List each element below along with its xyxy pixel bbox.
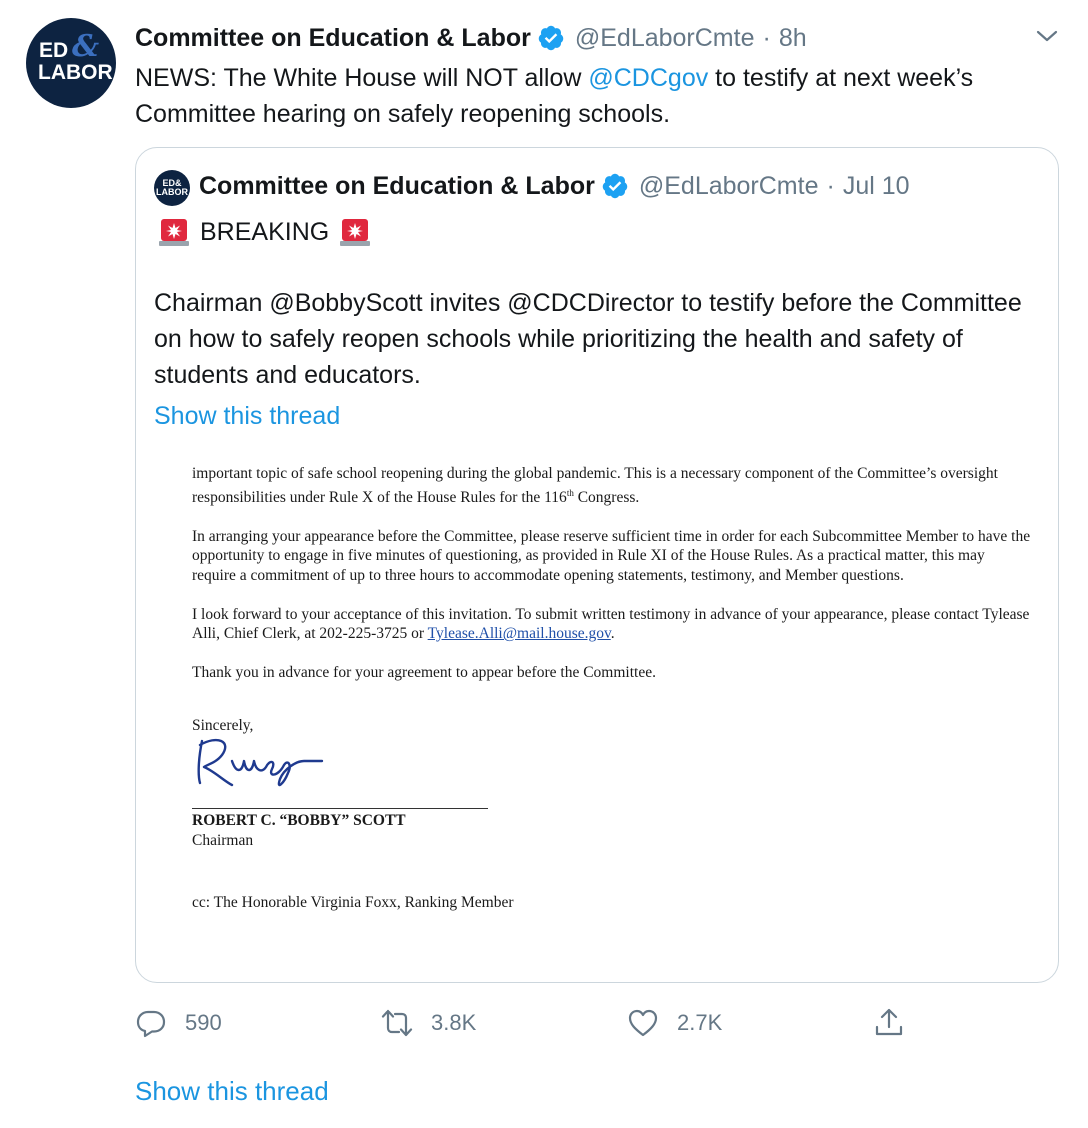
signer-name: ROBERT C. “BOBBY” SCOTT — [192, 812, 406, 829]
quoted-tweet-header: Committee on Education & Labor @EdLaborC… — [199, 170, 910, 202]
avatar-text-ed: ED — [39, 39, 69, 62]
tweet-actions: 590 3.8K 2.7K — [135, 1000, 1035, 1046]
reply-count: 590 — [185, 1010, 222, 1035]
retweet-button[interactable]: 3.8K — [381, 1000, 476, 1046]
author-name[interactable]: Committee on Education & Labor — [135, 24, 531, 53]
share-button[interactable] — [873, 1000, 923, 1046]
avatar-text-labor: LABOR — [38, 61, 113, 84]
quoted-tweet-timestamp: Jul 10 — [842, 171, 910, 200]
letter-p3-end: . — [610, 625, 615, 643]
reply-button[interactable]: 590 — [135, 1000, 222, 1046]
tweet-text-part1: NEWS: The White House will NOT allow — [135, 64, 589, 92]
separator-dot: · — [762, 23, 771, 52]
breaking-text: BREAKING — [200, 218, 330, 246]
letter-cc: cc: The Honorable Virginia Foxx, Ranking… — [192, 894, 514, 911]
quoted-author-handle: @EdLaborCmte — [638, 171, 819, 200]
verified-badge-icon — [602, 173, 628, 199]
letter-image-text: important topic of safe school reopening… — [192, 464, 1032, 702]
tweet: ED & LABOR Committee on Education & Labo… — [0, 0, 1088, 1128]
heart-icon — [628, 1009, 658, 1037]
letter-paragraph-2: In arranging your appearance before the … — [192, 527, 1031, 584]
author-avatar[interactable]: ED & LABOR — [26, 18, 116, 108]
signature-image — [197, 738, 324, 787]
avatar-text-amp: & — [72, 29, 100, 64]
show-thread-link[interactable]: Show this thread — [135, 1076, 329, 1107]
retweet-count: 3.8K — [431, 1010, 477, 1035]
letter-signer: ROBERT C. “BOBBY” SCOTT Chairman — [192, 811, 406, 851]
reply-icon — [136, 1010, 166, 1038]
quoted-tweet-card[interactable]: ED& LABOR Committee on Education & Labor … — [135, 147, 1059, 983]
chevron-down-icon[interactable] — [1034, 26, 1060, 46]
author-handle[interactable]: @EdLaborCmte — [575, 24, 755, 53]
mention-link-cdcgov[interactable]: @CDCgov — [588, 64, 708, 92]
quoted-tweet-body: Chairman @BobbyScott invites @CDCDirecto… — [154, 289, 1022, 389]
tweet-timestamp[interactable]: 8h — [779, 24, 807, 53]
letter-paragraph-1: important topic of safe school reopening… — [192, 464, 1032, 507]
signature-line — [192, 808, 488, 809]
signer-title: Chairman — [192, 832, 254, 849]
quoted-author-name: Committee on Education & Labor — [199, 171, 595, 200]
siren-icon — [340, 219, 371, 246]
letter-email-link: Tylease.Alli@mail.house.gov — [427, 625, 611, 643]
like-count: 2.7K — [677, 1010, 723, 1035]
tweet-text: NEWS: The White House will NOT allow @CD… — [135, 60, 1055, 132]
breaking-line: BREAKING — [154, 214, 375, 250]
siren-icon — [159, 219, 189, 246]
share-icon — [875, 1008, 903, 1036]
quoted-author-avatar: ED& LABOR — [154, 170, 190, 206]
letter-p1-sup: th — [566, 487, 574, 498]
letter-p1-end: Congress. — [573, 488, 640, 506]
letter-paragraph-4: Thank you in advance for your agreement … — [192, 664, 656, 682]
retweet-icon — [381, 1009, 413, 1037]
letter-paragraph-3: I look forward to your acceptance of thi… — [192, 605, 1032, 644]
separator-dot: · — [826, 171, 835, 200]
like-button[interactable]: 2.7K — [627, 1000, 722, 1046]
quoted-show-thread-link[interactable]: Show this thread — [154, 402, 340, 431]
tweet-header: Committee on Education & Labor @EdLaborC… — [135, 22, 807, 54]
verified-badge-icon — [538, 25, 564, 51]
